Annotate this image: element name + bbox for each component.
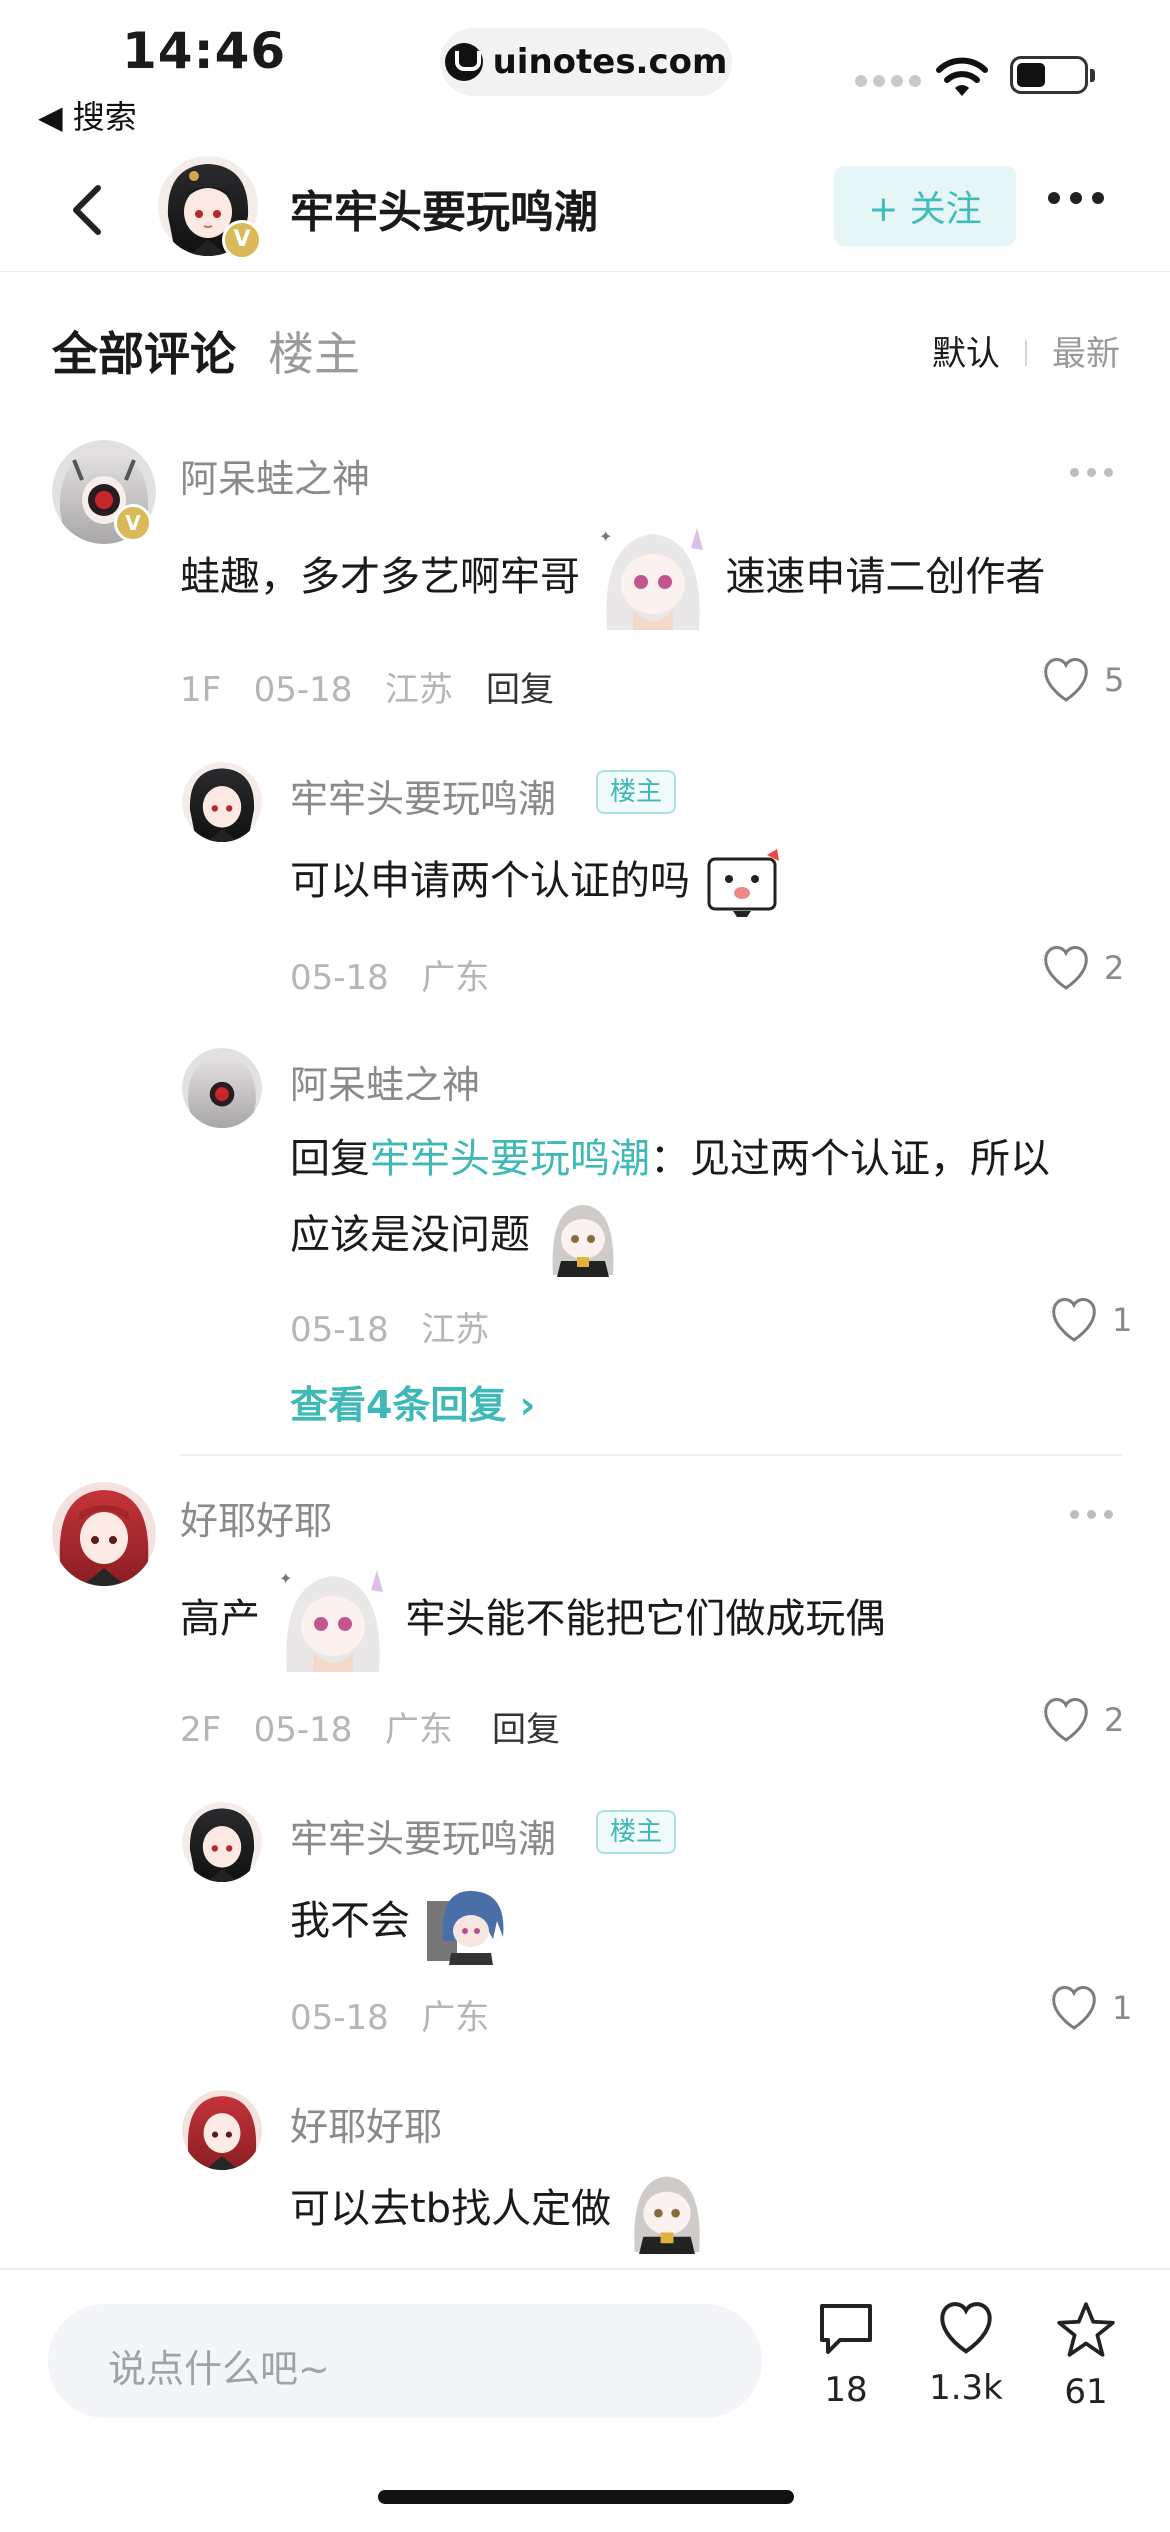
comment-input[interactable]: 说点什么吧~ — [48, 2304, 762, 2418]
sort-newest[interactable]: 最新 — [1052, 326, 1120, 375]
author-name[interactable]: 牢牢头要玩鸣潮 — [290, 176, 598, 240]
likes-button[interactable]: 1.3k — [906, 2300, 1026, 2408]
sort-default[interactable]: 默认 — [932, 326, 1000, 375]
comment-meta: 1F 05-18 江苏 — [180, 670, 453, 710]
heart-icon — [1044, 658, 1088, 702]
tab-op-only[interactable]: 楼主 — [268, 318, 360, 384]
heart-icon — [1044, 946, 1088, 990]
sticker-white-hair-girl-icon: ✦ — [599, 527, 703, 630]
like-button[interactable]: 2 — [1040, 1696, 1124, 1744]
like-button[interactable]: 1 — [1048, 1984, 1132, 2032]
reply-text: 我不会 — [290, 1890, 507, 1965]
heart-icon — [940, 2302, 992, 2354]
commenter-name[interactable]: 阿呆蛙之神 — [180, 448, 370, 503]
reply-meta: 05-18 广东 — [290, 958, 490, 998]
cellular-signal-icon — [855, 75, 921, 87]
site-logo-icon — [444, 43, 483, 81]
replier-avatar[interactable] — [182, 762, 262, 842]
like-button[interactable]: 2 — [1040, 944, 1124, 992]
sticker-box-face-icon — [707, 849, 779, 917]
replier-avatar[interactable] — [182, 2090, 262, 2170]
comment-more-icon[interactable] — [1070, 1510, 1113, 1519]
battery-icon — [1010, 56, 1095, 94]
like-button[interactable]: 5 — [1040, 656, 1124, 704]
op-tag: 楼主 — [596, 1810, 677, 1854]
comment-more-icon[interactable] — [1070, 468, 1113, 477]
heart-icon — [1052, 1298, 1096, 1342]
sticker-blue-hair-character-icon — [426, 1890, 504, 1965]
comment-icon — [820, 2304, 872, 2354]
sticker-grey-hair-girl-icon — [552, 1205, 614, 1277]
comments-button[interactable]: 18 — [786, 2300, 906, 2410]
status-time: 14:46 — [122, 22, 287, 80]
commenter-avatar[interactable] — [52, 1482, 156, 1586]
sticker-grey-hair-girl-icon — [634, 2176, 700, 2254]
heart-icon — [1044, 1698, 1088, 1742]
sticker-white-hair-girl-icon: ✦ — [279, 1569, 383, 1672]
commenter-name[interactable]: 好耶好耶 — [180, 1490, 332, 1545]
replier-name[interactable]: 牢牢头要玩鸣潮 — [290, 768, 556, 823]
tab-all-comments[interactable]: 全部评论 — [52, 318, 236, 384]
heart-icon — [1052, 1986, 1096, 2030]
reply-text: 回复牢牢头要玩鸣潮：见过两个认证，所以 — [290, 1136, 1050, 1182]
star-icon — [1057, 2302, 1115, 2357]
reply-text: 可以申请两个认证的吗 — [290, 849, 783, 917]
more-icon[interactable] — [1048, 192, 1104, 204]
replier-name[interactable]: 牢牢头要玩鸣潮 — [290, 1808, 556, 1863]
svg-text:✦: ✦ — [279, 1569, 292, 1588]
view-more-replies-link[interactable]: 查看4条回复 › — [290, 1374, 535, 1429]
sort-divider — [1025, 340, 1027, 366]
reply-meta: 05-18 江苏 — [290, 1310, 490, 1350]
reply-button[interactable]: 回复 — [486, 662, 554, 711]
likes-count: 1.3k — [929, 2368, 1003, 2408]
reply-text: 可以去tb找人定做 — [290, 2176, 710, 2254]
wifi-icon — [936, 57, 988, 96]
verified-badge-icon: V — [222, 220, 262, 260]
verified-badge-icon: V — [114, 504, 152, 542]
home-indicator[interactable] — [378, 2490, 794, 2504]
comment-input-placeholder: 说点什么吧~ — [108, 2347, 330, 2391]
favorite-button[interactable]: 61 — [1026, 2300, 1146, 2412]
follow-button[interactable]: + 关注 — [834, 166, 1016, 246]
reply-meta: 05-18 广东 — [290, 1998, 490, 2038]
favorites-count: 61 — [1064, 2372, 1108, 2412]
post-header: V 牢牢头要玩鸣潮 + 关注 — [0, 150, 1170, 272]
mention-link[interactable]: 牢牢头要玩鸣潮 — [370, 1136, 650, 1182]
comment-text: 高产 ✦ 牢头能不能把它们做成玩偶 — [180, 1569, 885, 1672]
comment-divider — [180, 1454, 1122, 1456]
comment-meta: 2F 05-18 广东 — [180, 1710, 453, 1750]
comments-count: 18 — [824, 2370, 868, 2410]
svg-text:✦: ✦ — [599, 527, 612, 546]
replier-name[interactable]: 阿呆蛙之神 — [290, 1054, 480, 1109]
replier-avatar[interactable] — [182, 1802, 262, 1882]
replier-avatar[interactable] — [182, 1048, 262, 1128]
reply-button[interactable]: 回复 — [492, 1702, 560, 1751]
status-bar: 14:46 ◀ 搜索 uinotes.com — [0, 0, 1170, 140]
op-tag: 楼主 — [596, 770, 677, 814]
back-to-search-link[interactable]: ◀ 搜索 — [38, 92, 137, 138]
reply-text-line2: 应该是没问题 — [290, 1205, 623, 1277]
back-icon[interactable] — [66, 180, 116, 240]
like-button[interactable]: 1 — [1048, 1296, 1132, 1344]
replier-name[interactable]: 好耶好耶 — [290, 2096, 442, 2151]
url-text: uinotes.com — [492, 42, 728, 82]
url-pill[interactable]: uinotes.com — [440, 28, 732, 96]
comment-tabs: 全部评论 楼主 默认 最新 — [0, 310, 1170, 390]
comment-text: 蛙趣，多才多艺啊牢哥 ✦ 速速申请二创作者 — [180, 527, 1045, 630]
